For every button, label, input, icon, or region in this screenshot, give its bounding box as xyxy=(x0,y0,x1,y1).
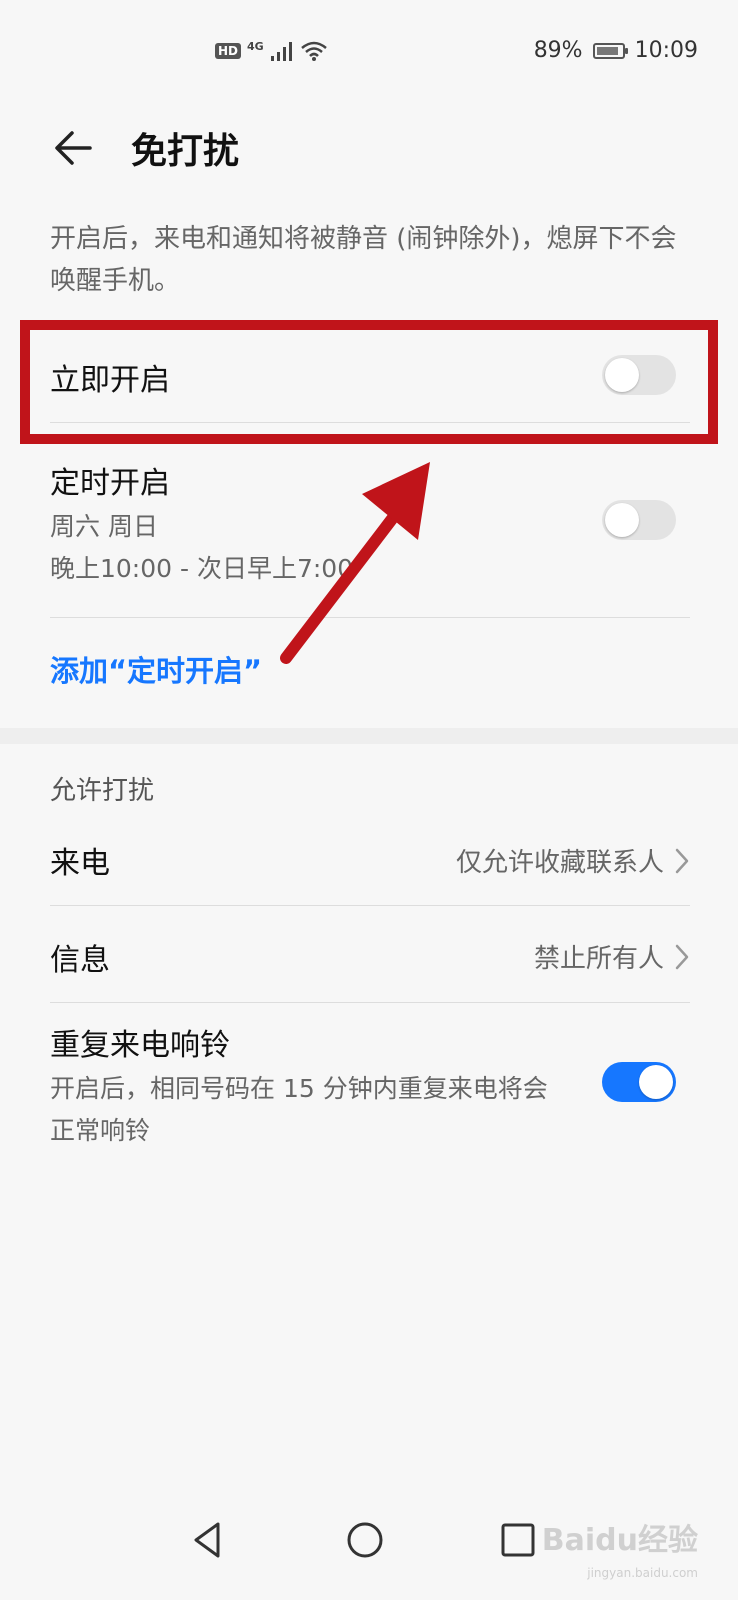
add-schedule-link[interactable]: 添加“定时开启” xyxy=(50,648,262,690)
toggle-knob xyxy=(605,503,639,537)
nav-recents-icon xyxy=(501,1523,535,1557)
repeat-calls-description: 开启后，相同号码在 15 分钟内重复来电将会正常响铃 xyxy=(50,1074,548,1145)
dnd-description: 开启后，来电和通知将被静音 (闹钟除外)，熄屏下不会唤醒手机。 xyxy=(50,224,677,296)
wifi-icon xyxy=(300,41,327,61)
battery-icon xyxy=(592,42,628,59)
toggle-knob xyxy=(639,1065,673,1099)
battery-fill xyxy=(596,46,618,55)
nav-back-button[interactable] xyxy=(186,1518,230,1562)
network-type: 4G xyxy=(247,39,264,53)
page-title: 免打扰 xyxy=(131,131,240,172)
scheduled-time-range: 晚上10:00 - 次日早上7:00 xyxy=(50,554,354,583)
scheduled-days: 周六 周日 xyxy=(50,512,158,541)
baidu-watermark: Baidu经验 xyxy=(541,1523,698,1558)
chevron-right-icon xyxy=(675,848,689,873)
scheduled-enable-row[interactable]: 定时开启 周六 周日 晚上10:00 - 次日早上7:00 xyxy=(50,458,690,590)
section-separator xyxy=(0,728,738,744)
nav-back-icon xyxy=(194,1522,220,1558)
scheduled-enable-toggle[interactable] xyxy=(602,500,676,540)
battery-percent: 89% xyxy=(533,38,583,63)
back-arrow-icon xyxy=(55,131,92,165)
back-button[interactable] xyxy=(46,120,102,176)
repeat-calls-label: 重复来电响铃 xyxy=(50,1028,230,1063)
messages-value: 禁止所有人 xyxy=(533,944,664,974)
status-icons-left: HD 4G xyxy=(215,40,328,62)
hd-icon: HD xyxy=(215,43,242,59)
allow-section-title: 允许打扰 xyxy=(50,776,155,806)
repeat-calls-row[interactable]: 重复来电响铃 开启后，相同号码在 15 分钟内重复来电将会正常响铃 xyxy=(50,1020,560,1152)
app-header: 免打扰 xyxy=(0,112,738,182)
repeat-calls-toggle[interactable] xyxy=(602,1062,676,1102)
nav-recents-button[interactable] xyxy=(496,1518,540,1562)
calls-value-wrap[interactable]: 仅允许收藏联系人 xyxy=(456,842,690,879)
nav-home-icon xyxy=(347,1522,383,1558)
nav-home-button[interactable] xyxy=(343,1518,387,1562)
annotation-highlight-box xyxy=(20,320,718,444)
divider xyxy=(50,905,690,906)
status-icons-right: 89% 10:09 xyxy=(534,38,698,63)
baidu-watermark-url: jingyan.baidu.com xyxy=(587,1566,698,1580)
divider xyxy=(50,1002,690,1003)
scheduled-enable-label: 定时开启 xyxy=(50,466,170,501)
signal-icon xyxy=(270,42,292,61)
status-bar: HD 4G 89% 10:09 xyxy=(0,0,738,100)
chevron-right-icon xyxy=(675,944,689,969)
messages-value-wrap[interactable]: 禁止所有人 xyxy=(534,938,690,975)
calls-value: 仅允许收藏联系人 xyxy=(455,848,664,878)
clock: 10:09 xyxy=(634,38,698,63)
divider xyxy=(50,617,690,618)
